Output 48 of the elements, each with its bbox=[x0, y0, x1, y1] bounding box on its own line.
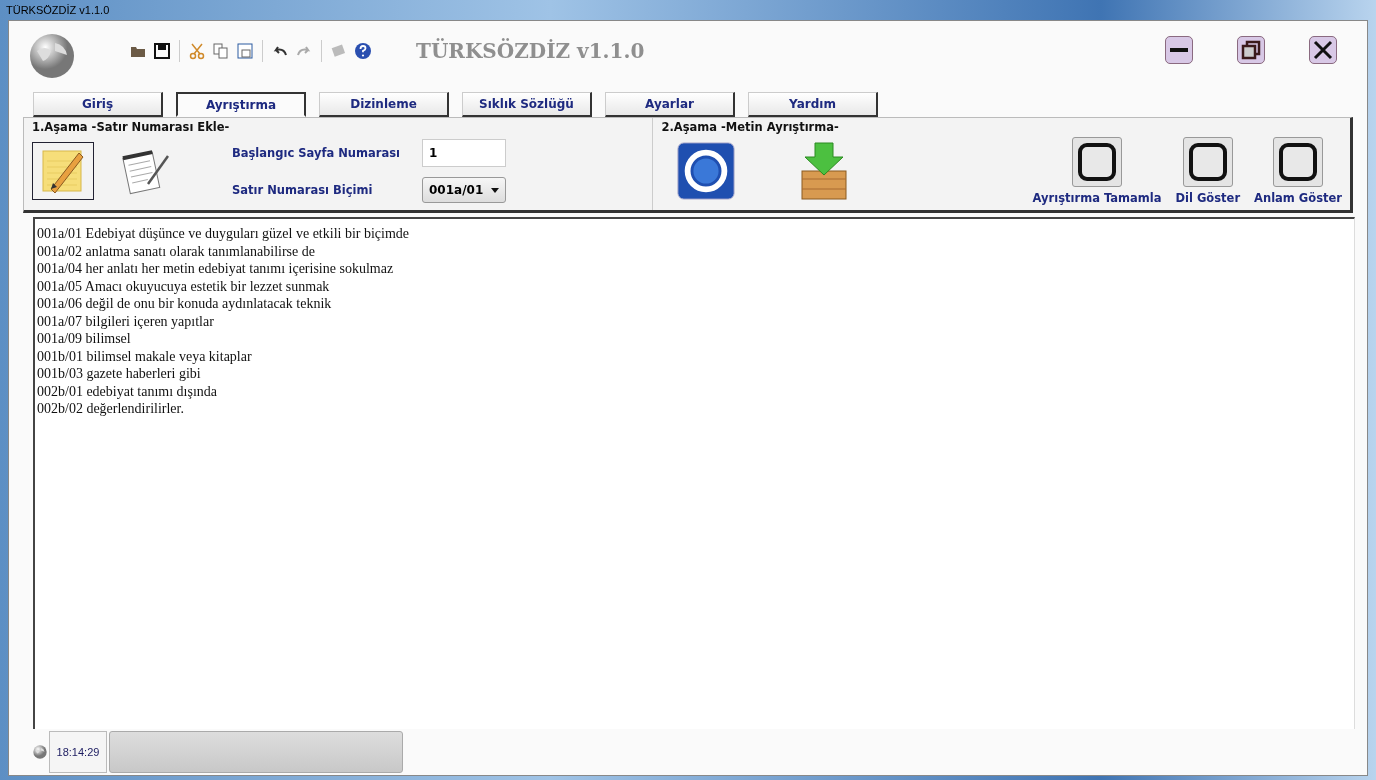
tab[interactable]: Sıklık Sözlüğü bbox=[462, 92, 592, 117]
field-label: Başlangıc Sayfa Numarası bbox=[232, 146, 401, 160]
toggle-button[interactable] bbox=[1072, 137, 1123, 187]
text-line: 001a/02 anlatma sanatı olarak tanımlanabilirse de bbox=[37, 242, 316, 260]
tab[interactable]: Ayarlar bbox=[605, 92, 735, 117]
notepad-pencil-button[interactable] bbox=[32, 142, 94, 200]
group-title: 1.Aşama -Satır Numarası Ekle- bbox=[32, 120, 231, 134]
help-icon[interactable] bbox=[354, 42, 372, 60]
text-line: 001b/03 gazete haberleri gibi bbox=[37, 365, 202, 383]
window-title: TÜRKSÖZDİZ v1.1.0 bbox=[6, 4, 110, 16]
copy-icon[interactable] bbox=[212, 42, 230, 60]
save-icon[interactable] bbox=[153, 42, 171, 60]
text-line: 001a/07 bilgileri içeren yapıtlar bbox=[37, 312, 215, 330]
page-number-field[interactable]: 1 bbox=[422, 139, 506, 167]
text-line: 002b/01 edebiyat tanımı dışında bbox=[37, 382, 219, 400]
scissors-icon[interactable] bbox=[188, 42, 206, 60]
text-line: 001a/05 Amacı okuyucuya estetik bir lezzet sunmak bbox=[37, 277, 331, 295]
format-dropdown[interactable]: 001a/01 bbox=[422, 177, 506, 203]
group-title: 2.Aşama -Metin Ayrıştırma- bbox=[661, 120, 840, 134]
field-label: Satır Numarası Biçimi bbox=[232, 183, 374, 197]
restore-button[interactable] bbox=[1237, 36, 1265, 64]
tab[interactable]: Ayrıştırma bbox=[176, 92, 306, 117]
paste-icon[interactable] bbox=[236, 42, 254, 60]
globe-icon bbox=[29, 33, 75, 79]
tab[interactable]: Yardım bbox=[748, 92, 878, 117]
app-title: TÜRKSÖZDİZ v1.1.0 bbox=[416, 39, 645, 63]
clock-text: 18:14:29 bbox=[49, 731, 107, 773]
text-line: 001a/04 her anlatı her metin edebiyat tanımı içerisine sokulmaz bbox=[37, 260, 395, 278]
refresh-button[interactable] bbox=[675, 142, 738, 200]
text-line: 002b/02 değerlendirilirler. bbox=[37, 400, 185, 418]
toggle-button[interactable] bbox=[1273, 137, 1324, 187]
close-button[interactable] bbox=[1309, 36, 1337, 64]
minimize-button[interactable] bbox=[1165, 36, 1193, 64]
text-line: 001b/01 bilimsel makale veya kitaplar bbox=[37, 347, 253, 365]
tab[interactable]: Giriş bbox=[33, 92, 163, 117]
caret-icon bbox=[491, 187, 499, 193]
restore-icon bbox=[1241, 40, 1261, 60]
globe-icon bbox=[33, 745, 47, 759]
tab[interactable]: Dizinleme bbox=[319, 92, 449, 117]
text-line: 001a/01 Edebiyat düşünce ve duyguları güzel ve etkili bir biçimde bbox=[37, 225, 411, 243]
toggle-label: Anlam Göster bbox=[1254, 191, 1342, 205]
minimize-icon bbox=[1170, 48, 1188, 52]
toggle-label: Dil Göster bbox=[1175, 191, 1241, 205]
text-line: 001a/06 değil de onu bir konuda aydınlatacak teknik bbox=[37, 295, 333, 313]
toggle-label: Ayrıştırma Tamamla bbox=[1032, 191, 1162, 205]
text-line: 001a/09 bilimsel bbox=[37, 330, 132, 348]
close-icon bbox=[1313, 40, 1333, 60]
toggle-button[interactable] bbox=[1182, 137, 1233, 187]
